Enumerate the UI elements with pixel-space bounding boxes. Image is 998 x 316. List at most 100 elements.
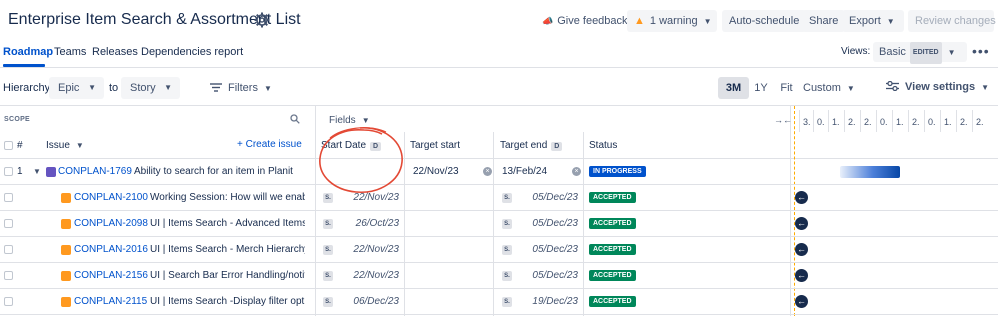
auto-schedule-button[interactable]: Auto-schedule — [722, 10, 807, 32]
view-settings-button[interactable]: View settings ▼ — [886, 80, 989, 93]
hierarchy-from-select[interactable]: Epic ▼ — [49, 77, 104, 99]
row-checkbox[interactable] — [4, 193, 13, 202]
issue-key-link[interactable]: CONPLAN-2115 — [74, 296, 147, 307]
timeline-tick — [956, 110, 957, 132]
clear-icon[interactable]: × — [572, 167, 581, 176]
row-checkbox[interactable] — [4, 271, 13, 280]
timeline-tick — [860, 110, 861, 132]
row-divider — [0, 184, 998, 185]
tab-bar: Roadmap Teams Releases Dependencies repo… — [0, 42, 998, 68]
timeline-tick — [908, 110, 909, 132]
issue-key-link[interactable]: CONPLAN-2016 — [74, 244, 148, 255]
arrow-left-icon[interactable]: ← — [795, 191, 808, 204]
row-checkbox[interactable] — [4, 219, 13, 228]
status-badge: ACCEPTED — [589, 296, 636, 307]
timeline-header-cell: 2. — [864, 117, 872, 127]
page-header: Enterprise Item Search & Assortment List… — [0, 0, 998, 42]
views-value: Basic — [879, 46, 906, 58]
hierarchy-label: Hierarchy: — [3, 82, 54, 94]
toolbar: Hierarchy: Epic ▼ to Story ▼ Filters ▼ 3M 1… — [0, 68, 998, 106]
status-badge: ACCEPTED — [589, 218, 636, 229]
target-end-value: 19/Dec/23 — [532, 296, 578, 307]
row-checkbox[interactable] — [4, 245, 13, 254]
issue-key-link[interactable]: CONPLAN-2100 — [74, 192, 148, 203]
issue-key-link[interactable]: CONPLAN-2098 — [74, 218, 148, 229]
chevron-down-icon: ▼ — [263, 84, 272, 93]
start-date-value: 26/Oct/23 — [355, 218, 399, 229]
select-all-checkbox[interactable] — [4, 141, 13, 150]
column-header-issue[interactable]: Issue ▼ — [46, 140, 84, 151]
share-button[interactable]: Share — [802, 10, 846, 32]
row-checkbox[interactable] — [4, 167, 13, 176]
filters-button[interactable]: Filters ▼ — [210, 82, 272, 94]
story-icon — [61, 245, 71, 255]
source-badge: S. — [502, 245, 512, 255]
export-dropdown[interactable]: Export ▼ — [842, 10, 904, 32]
search-icon[interactable] — [290, 114, 300, 124]
warning-icon: ▲ — [634, 15, 645, 27]
hierarchy-from-value: Epic — [58, 82, 80, 94]
scope-label: SCOPE — [4, 116, 31, 123]
issue-summary: UI | Items Search - Merch Hierarchy... — [150, 244, 305, 255]
arrow-left-icon[interactable]: ← — [795, 217, 808, 230]
give-feedback-button[interactable]: 📣 Give feedback — [535, 10, 635, 32]
tab-dependencies-report[interactable]: Dependencies report — [141, 46, 243, 58]
timeline-tick — [828, 110, 829, 132]
to-label: to — [109, 82, 119, 94]
view-settings-label: View settings — [905, 81, 976, 93]
gear-icon[interactable] — [254, 12, 270, 28]
tab-roadmap[interactable]: Roadmap — [3, 46, 53, 58]
column-header-target-end[interactable]: Target end D — [500, 140, 563, 151]
timeline-tick — [940, 110, 941, 132]
clear-icon[interactable]: × — [483, 167, 492, 176]
tab-releases[interactable]: Releases — [92, 46, 138, 58]
column-header-target-start[interactable]: Target start — [410, 140, 460, 151]
source-badge: S. — [502, 193, 512, 203]
views-dropdown[interactable]: Basic EDITED ▼ — [873, 42, 967, 64]
start-date-value: 22/Nov/23 — [353, 244, 399, 255]
hierarchy-to-select[interactable]: Story ▼ — [121, 77, 180, 99]
source-badge: S. — [502, 219, 512, 229]
warning-label: 1 warning — [649, 15, 698, 27]
timeline-header-cell: 2. — [912, 117, 920, 127]
tab-teams[interactable]: Teams — [54, 46, 86, 58]
auto-schedule-label: Auto-schedule — [729, 15, 800, 27]
range-3m-button[interactable]: 3M — [718, 77, 749, 99]
range-1y-button[interactable]: 1Y — [752, 77, 770, 99]
target-end-label: Target end — [500, 140, 548, 151]
collapse-columns-icon[interactable]: →← — [774, 115, 792, 125]
review-changes-button[interactable]: Review changes — [908, 10, 996, 32]
arrow-left-icon[interactable]: ← — [795, 295, 808, 308]
timeline-tick — [972, 110, 973, 132]
timeline-header-cell: 3. — [803, 117, 811, 127]
target-end-value: 05/Dec/23 — [532, 218, 578, 229]
timeline-header-cell: 2. — [960, 117, 968, 127]
row-checkbox[interactable] — [4, 297, 13, 306]
timeline-header-cell: 0. — [928, 117, 936, 127]
header-divider — [0, 158, 998, 159]
timeline-tick — [844, 110, 845, 132]
range-custom-dropdown[interactable]: Custom ▼ — [803, 77, 859, 99]
issue-key-link[interactable]: CONPLAN-2156 — [74, 270, 148, 281]
source-badge: S. — [323, 297, 333, 307]
timeline-bar[interactable] — [840, 166, 900, 178]
create-issue-link[interactable]: + Create issue — [237, 139, 302, 150]
arrow-left-icon[interactable]: ← — [795, 243, 808, 256]
column-header-status[interactable]: Status — [589, 140, 617, 151]
issue-summary: Ability to search for an item in Planit — [134, 166, 293, 177]
chevron-down-icon: ▼ — [947, 48, 956, 57]
row-number: 1 — [17, 166, 23, 177]
share-label: Share — [809, 15, 839, 27]
chevron-down-icon[interactable]: ▼ — [33, 167, 41, 176]
target-end-value: 13/Feb/24 — [502, 166, 548, 177]
hierarchy-to-value: Story — [130, 82, 156, 94]
timeline-header-cell: 0. — [817, 117, 825, 127]
views-label: Views: — [841, 46, 871, 57]
export-label: Export — [849, 15, 881, 27]
more-options-icon[interactable]: ••• — [972, 43, 990, 59]
range-fit-button[interactable]: Fit — [776, 77, 797, 99]
warning-dropdown[interactable]: ▲ 1 warning ▼ — [627, 10, 717, 32]
issue-key-link[interactable]: CONPLAN-1769 — [58, 166, 132, 177]
timeline-header-cell: 2. — [848, 117, 856, 127]
arrow-left-icon[interactable]: ← — [795, 269, 808, 282]
